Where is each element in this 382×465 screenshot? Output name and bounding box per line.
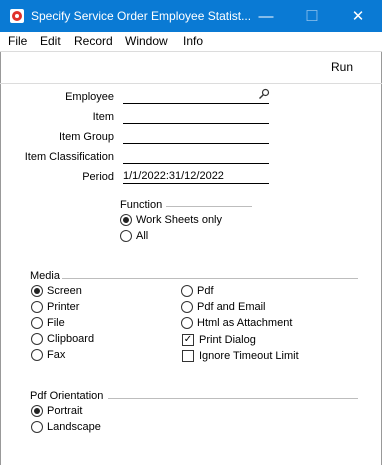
media-option-label: Screen (47, 285, 82, 297)
media-clipboard[interactable]: Clipboard (31, 333, 94, 345)
function-title: Function (120, 199, 163, 211)
toolbar-divider-bottom (0, 83, 382, 84)
close-button[interactable]: ✕ (335, 0, 381, 32)
menu-file[interactable]: File (8, 34, 27, 48)
close-icon: ✕ (351, 8, 365, 25)
media-option-label: Pdf (197, 285, 214, 297)
media-option-label: Clipboard (47, 333, 95, 345)
radio-selected-icon[interactable] (120, 214, 132, 226)
function-divider (166, 206, 252, 207)
orientation-option-label: Portrait (47, 405, 83, 417)
orientation-landscape[interactable]: Landscape (31, 421, 101, 433)
radio-icon[interactable] (181, 285, 193, 297)
minimize-icon: — (258, 7, 274, 25)
title-bar: Specify Service Order Employee Statist..… (0, 0, 382, 32)
maximize-button[interactable]: ☐ (289, 0, 335, 32)
ignore-timeout-label: Ignore Timeout Limit (199, 350, 299, 362)
function-option-label: Work Sheets only (136, 214, 223, 226)
menu-info[interactable]: Info (183, 34, 203, 48)
orientation-portrait[interactable]: Portrait (31, 405, 82, 417)
radio-icon[interactable] (181, 301, 193, 313)
radio-selected-icon[interactable] (31, 285, 43, 297)
window-border-left (0, 32, 1, 465)
toolbar-divider (0, 51, 382, 52)
window-title: Specify Service Order Employee Statist..… (31, 9, 252, 23)
orientation-option-label: Landscape (47, 421, 101, 433)
item-field[interactable] (123, 109, 269, 124)
function-option-work-sheets[interactable]: Work Sheets only (120, 214, 222, 226)
media-option-label: Fax (47, 349, 66, 361)
orientation-divider (108, 398, 358, 399)
print-dialog-label: Print Dialog (199, 334, 256, 346)
employee-label: Employee (65, 91, 114, 103)
menu-edit[interactable]: Edit (40, 34, 61, 48)
media-option-label: Html as Attachment (197, 317, 293, 329)
radio-icon[interactable] (31, 317, 43, 329)
period-label: Period (82, 171, 114, 183)
radio-icon[interactable] (31, 301, 43, 313)
item-label: Item (92, 111, 114, 123)
radio-selected-icon[interactable] (31, 405, 43, 417)
run-button[interactable]: Run (331, 60, 353, 74)
orientation-title: Pdf Orientation (30, 390, 104, 402)
minimize-button[interactable]: — (243, 0, 289, 32)
ignore-timeout-checkbox[interactable]: Ignore Timeout Limit (182, 350, 299, 362)
app-icon (10, 9, 24, 23)
radio-icon[interactable] (181, 317, 193, 329)
media-file[interactable]: File (31, 317, 65, 329)
item-group-field[interactable] (123, 129, 269, 144)
search-icon[interactable] (258, 88, 270, 100)
period-field[interactable]: 1/1/2022:31/12/2022 (123, 169, 269, 184)
media-divider (62, 278, 358, 279)
media-html-attachment[interactable]: Html as Attachment (181, 317, 292, 329)
media-title: Media (30, 270, 60, 282)
radio-icon[interactable] (31, 421, 43, 433)
media-screen[interactable]: Screen (31, 285, 82, 297)
checkbox-icon[interactable] (182, 350, 194, 362)
item-classification-field[interactable] (123, 149, 269, 164)
maximize-icon: ☐ (305, 8, 319, 25)
menu-record[interactable]: Record (74, 34, 113, 48)
radio-icon[interactable] (120, 230, 132, 242)
item-classification-label: Item Classification (24, 151, 114, 163)
checkmark-icon[interactable]: ✓ (182, 334, 194, 346)
employee-field[interactable] (123, 89, 269, 104)
print-dialog-checkbox[interactable]: ✓ Print Dialog (182, 334, 256, 346)
item-group-label: Item Group (58, 131, 114, 143)
media-option-label: File (47, 317, 65, 329)
media-pdf-email[interactable]: Pdf and Email (181, 301, 265, 313)
media-fax[interactable]: Fax (31, 349, 65, 361)
media-option-label: Pdf and Email (197, 301, 266, 313)
radio-icon[interactable] (31, 333, 43, 345)
media-option-label: Printer (47, 301, 80, 313)
media-pdf[interactable]: Pdf (181, 285, 214, 297)
media-printer[interactable]: Printer (31, 301, 79, 313)
function-option-label: All (136, 230, 149, 242)
menu-window[interactable]: Window (125, 34, 168, 48)
function-option-all[interactable]: All (120, 230, 148, 242)
radio-icon[interactable] (31, 349, 43, 361)
